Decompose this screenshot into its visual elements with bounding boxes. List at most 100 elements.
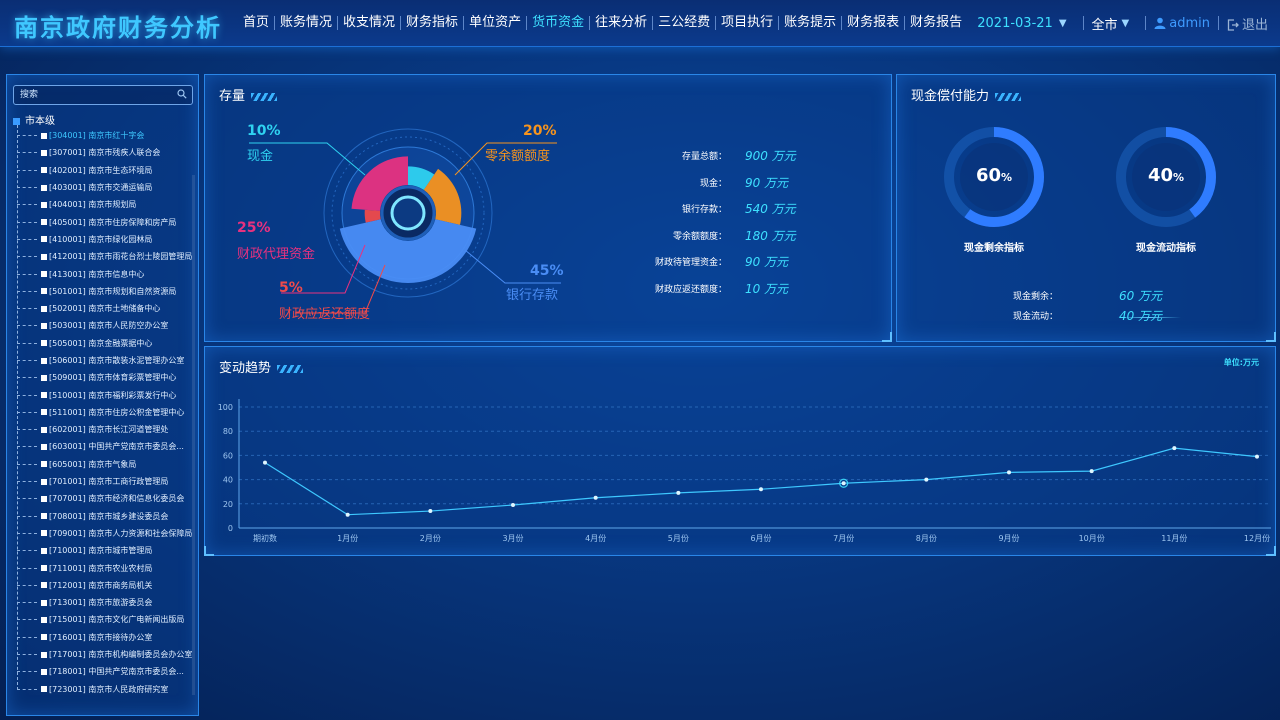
tree-item-label: [506001] 南京市散装水泥管理办公室 <box>49 356 185 365</box>
nav-item[interactable]: 项目执行 <box>716 16 780 30</box>
stat-label: 财政待管理资金： <box>654 258 727 269</box>
tree-item[interactable]: [506001] 南京市散装水泥管理办公室 <box>17 352 192 369</box>
tree-connector <box>17 273 37 275</box>
stat-row: 财政应返还额度： 10 万元 <box>645 280 855 296</box>
pie-percent-label: 25% <box>237 220 271 236</box>
tree-item-label: [505001] 南京金融票据中心 <box>49 338 153 348</box>
tree-item[interactable]: [405001] 南京市住房保障和房产局 <box>17 213 192 230</box>
search-input[interactable] <box>20 88 170 102</box>
search-icon[interactable] <box>177 89 187 99</box>
unit-tree-panel: 市本级 [304001] 南京市红十字会 [307001] 南京市残疾人联合会 [4… <box>6 74 199 716</box>
tree-item[interactable]: [402001] 南京市生态环境局 <box>17 162 192 179</box>
stat-label: 存量总额： <box>681 152 727 162</box>
tree-connector <box>17 290 37 292</box>
tree-item[interactable]: [307001] 南京市残疾人联合会 <box>17 144 192 161</box>
tree-item[interactable]: [717001] 南京市机构编制委员会办公室 <box>17 646 192 663</box>
data-point <box>428 509 433 514</box>
nav-item[interactable]: 往来分析 <box>590 16 654 30</box>
pie-percent-label: 20% <box>523 123 557 139</box>
tree-node-icon <box>41 357 47 364</box>
tree-item[interactable]: [304001] 南京市红十字会 <box>17 127 192 144</box>
tree-item[interactable]: [404001] 南京市规划局 <box>17 196 192 213</box>
data-point <box>1172 446 1177 451</box>
tree-connector <box>17 463 37 465</box>
nav-item[interactable]: 账务提示 <box>779 16 843 30</box>
user-menu[interactable]: admin <box>1154 16 1210 31</box>
nav-item[interactable]: 首页 <box>238 16 276 30</box>
tree-item[interactable]: [605001] 南京市气象局 <box>17 456 192 473</box>
tree-node-icon <box>41 565 47 572</box>
tree-item[interactable]: [510001] 南京市福利彩票发行中心 <box>17 386 192 403</box>
stat-row: 零余额额度： 180 万元 <box>645 227 855 243</box>
tree-item[interactable]: [509001] 南京市体育彩票管理中心 <box>17 369 192 386</box>
data-point <box>924 477 929 482</box>
pie-center-ring <box>390 195 426 231</box>
tree-item[interactable]: [718001] 中国共产党南京市委员会... <box>17 663 192 680</box>
tree-item-label: [412001] 南京市雨花台烈士陵园管理局 <box>49 252 193 262</box>
chevron-down-icon[interactable]: ▼ <box>1122 18 1130 29</box>
tree-item[interactable]: [723001] 南京市人民政府研究室 <box>17 681 192 698</box>
x-tick-label: 1月份 <box>337 533 358 543</box>
tree-item[interactable]: [501001] 南京市规划和自然资源局 <box>17 283 192 300</box>
tree-root[interactable]: 市本级 <box>13 112 55 127</box>
tree-connector <box>17 481 37 483</box>
tree-item[interactable]: [701001] 南京市工商行政管理局 <box>17 473 192 490</box>
tree-item[interactable]: [603001] 中国共产党南京市委员会... <box>17 438 192 455</box>
x-tick-label: 7月份 <box>833 533 854 543</box>
tree-item[interactable]: [505001] 南京金融票据中心 <box>17 335 192 352</box>
tree-item[interactable]: [713001] 南京市旅游委员会 <box>17 594 192 611</box>
tree-node-icon <box>41 167 47 174</box>
tree-connector <box>17 238 37 240</box>
nav-item[interactable]: 财务指标 <box>401 16 465 30</box>
tree-item[interactable]: [413001] 南京市信息中心 <box>17 265 192 282</box>
corner-mark <box>1266 546 1276 556</box>
tree-item[interactable]: [708001] 南京市城乡建设委员会 <box>17 508 192 525</box>
nav-item[interactable]: 收支情况 <box>338 16 402 30</box>
cash-remain-label: 现金剩余： <box>1013 292 1059 302</box>
tree-item[interactable]: [503001] 南京市人民防空办公室 <box>17 317 192 334</box>
tree-connector <box>17 567 37 569</box>
tree-item[interactable]: [711001] 南京市农业农村局 <box>17 559 192 576</box>
tree-node-icon <box>41 443 47 450</box>
scrollbar[interactable] <box>192 175 195 695</box>
region-selector[interactable]: 全市 <box>1092 14 1118 33</box>
trend-panel: 变动趋势 单位:万元 0 20 40 60 80 100 期初数 1月份 2月份 3月份 4月份 5月… <box>204 346 1276 556</box>
nav-item[interactable]: 三公经费 <box>653 16 717 30</box>
tree-connector <box>17 169 37 171</box>
tree-item[interactable]: [511001] 南京市住房公积金管理中心 <box>17 404 192 421</box>
x-tick-label: 期初数 <box>253 533 277 543</box>
tree-connector <box>17 688 37 690</box>
tree-item-label: [503001] 南京市人民防空办公室 <box>49 321 169 331</box>
nav-item[interactable]: 单位资产 <box>464 16 528 30</box>
nav-item[interactable]: 货币资金 <box>527 16 591 30</box>
tree-node-icon <box>41 201 47 208</box>
logout-button[interactable]: 退出 <box>1227 14 1268 33</box>
tree-item-label: [404001] 南京市规划局 <box>49 200 137 210</box>
tree-item[interactable]: [410001] 南京市绿化园林局 <box>17 231 192 248</box>
tree-collapse-icon[interactable] <box>13 117 20 125</box>
tree-item[interactable]: [602001] 南京市长江河道管理处 <box>17 421 192 438</box>
nav-item[interactable]: 账务情况 <box>275 16 339 30</box>
data-point <box>1007 470 1011 475</box>
chevron-down-icon[interactable]: ▼ <box>1059 18 1067 29</box>
tree-item[interactable]: [716001] 南京市接待办公室 <box>17 629 192 646</box>
tree-item[interactable]: [412001] 南京市雨花台烈士陵园管理局 <box>17 248 192 265</box>
tree-item[interactable]: [710001] 南京市城市管理局 <box>17 542 192 559</box>
tree-item[interactable]: [712001] 南京市商务局机关 <box>17 577 192 594</box>
tree-item[interactable]: [715001] 南京市文化广电新闻出版局 <box>17 611 192 628</box>
date-selector[interactable]: 2021-03-21 <box>977 16 1053 31</box>
nav-item[interactable]: 财务报告 <box>905 16 967 30</box>
tree-node-icon <box>41 582 47 589</box>
nav-item[interactable]: 财务报表 <box>842 16 906 30</box>
tree-item[interactable]: [403001] 南京市交通运输局 <box>17 179 192 196</box>
tree-node-icon <box>41 184 47 191</box>
tree-item[interactable]: [502001] 南京市土地储备中心 <box>17 300 192 317</box>
tree-node-icon <box>41 149 47 156</box>
tree-item[interactable]: [709001] 南京市人力资源和社会保障局 <box>17 525 192 542</box>
tree-item[interactable]: [707001] 南京市经济和信息化委员会 <box>17 490 192 507</box>
header-divider <box>1217 16 1219 30</box>
data-point <box>676 490 681 495</box>
stat-label: 零余额额度： <box>672 231 727 242</box>
stat-value: 540 万元 <box>745 202 796 217</box>
data-point <box>841 481 846 486</box>
